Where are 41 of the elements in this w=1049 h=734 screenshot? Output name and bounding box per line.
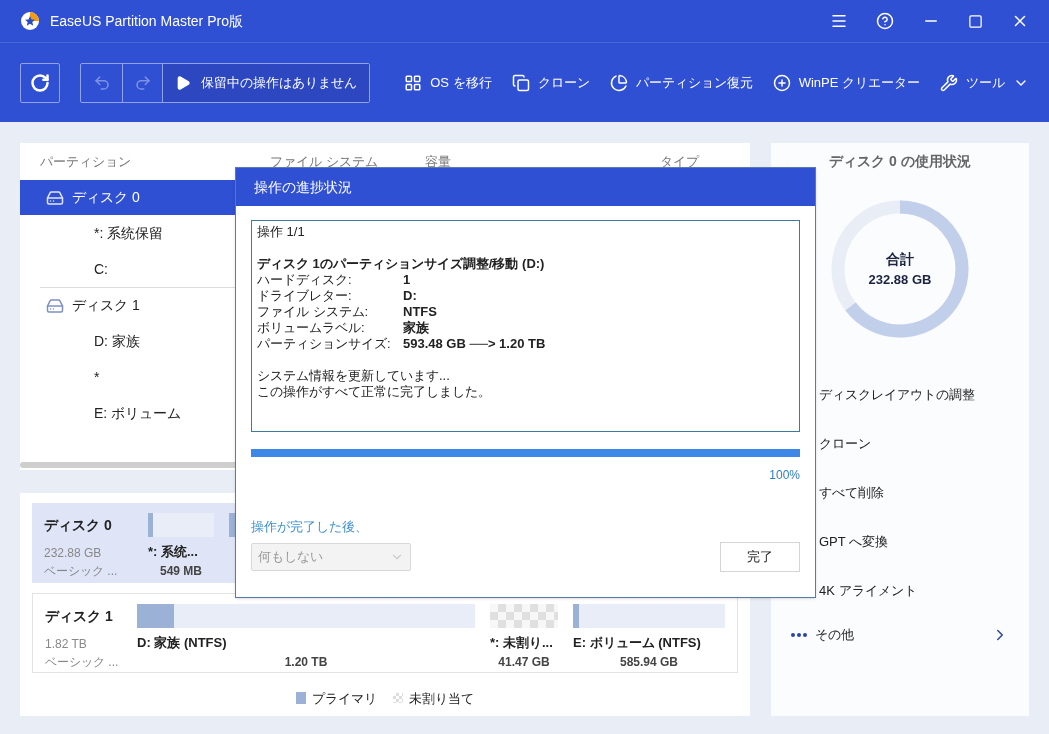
partition-size: 585.94 GB bbox=[619, 653, 678, 671]
log-text: 操作 1/1 bbox=[257, 224, 306, 240]
window-title: EaseUS Partition Master Pro版 bbox=[50, 11, 243, 31]
log-value: NTFS bbox=[403, 304, 437, 320]
progress-percent: 100% bbox=[769, 467, 800, 484]
partition-label: *: 系统... bbox=[148, 543, 198, 561]
total-label: 合計 bbox=[886, 249, 914, 269]
disk-size: 232.88 GB bbox=[44, 545, 103, 562]
column-header: タイプ bbox=[660, 152, 701, 171]
column-header: パーティション bbox=[39, 152, 132, 171]
usage-title: ディスク 0 の使用状況 bbox=[829, 152, 971, 171]
column-header: 容量 bbox=[425, 152, 452, 171]
log-key: ボリュームラベル: bbox=[257, 320, 403, 336]
dialog-title: 操作の進捗状況 bbox=[254, 177, 352, 197]
log-key: パーティションサイズ: bbox=[257, 336, 403, 352]
log-value: 1 bbox=[403, 272, 411, 288]
log-value: 593.48 GB ──> 1.20 TB bbox=[403, 336, 546, 352]
legend-label: 未割り当て bbox=[409, 689, 474, 708]
after-completion-label: 操作が完了した後、 bbox=[251, 518, 368, 536]
disk-name: ディスク 1 bbox=[45, 607, 114, 626]
legend-label: プライマリ bbox=[312, 689, 377, 708]
partition-label: E: ボリューム (NTFS) bbox=[573, 634, 701, 652]
disk-name: ディスク 0 bbox=[44, 516, 113, 535]
total-size: 232.88 GB bbox=[868, 270, 932, 289]
log-value: 家族 bbox=[403, 320, 429, 336]
partition-label: D: 家族 (NTFS) bbox=[137, 634, 227, 652]
log-key: ハードディスク: bbox=[257, 272, 403, 288]
partition-size: 1.20 TB bbox=[284, 653, 328, 671]
partition-size: 549 MB bbox=[160, 562, 202, 580]
disk-size: 1.82 TB bbox=[45, 636, 88, 653]
log-text: この操作がすべて正常に完了しました。 bbox=[257, 384, 492, 400]
disk-type: ベーシック ... bbox=[45, 654, 120, 671]
log-text: システム情報を更新しています... bbox=[257, 368, 451, 384]
disk-type: ベーシック ... bbox=[44, 563, 119, 580]
log-key: ドライブレター: bbox=[257, 288, 403, 304]
partition-size: 41.47 GB bbox=[498, 653, 550, 671]
partition-label: *: 未割り... bbox=[490, 634, 553, 652]
log-heading: ディスク 1のパーティションサイズ調整/移動 (D:) bbox=[257, 256, 546, 272]
column-header: ファイル システム bbox=[270, 152, 379, 171]
log-key: ファイル システム: bbox=[257, 304, 403, 320]
log-value: D: bbox=[403, 288, 417, 304]
